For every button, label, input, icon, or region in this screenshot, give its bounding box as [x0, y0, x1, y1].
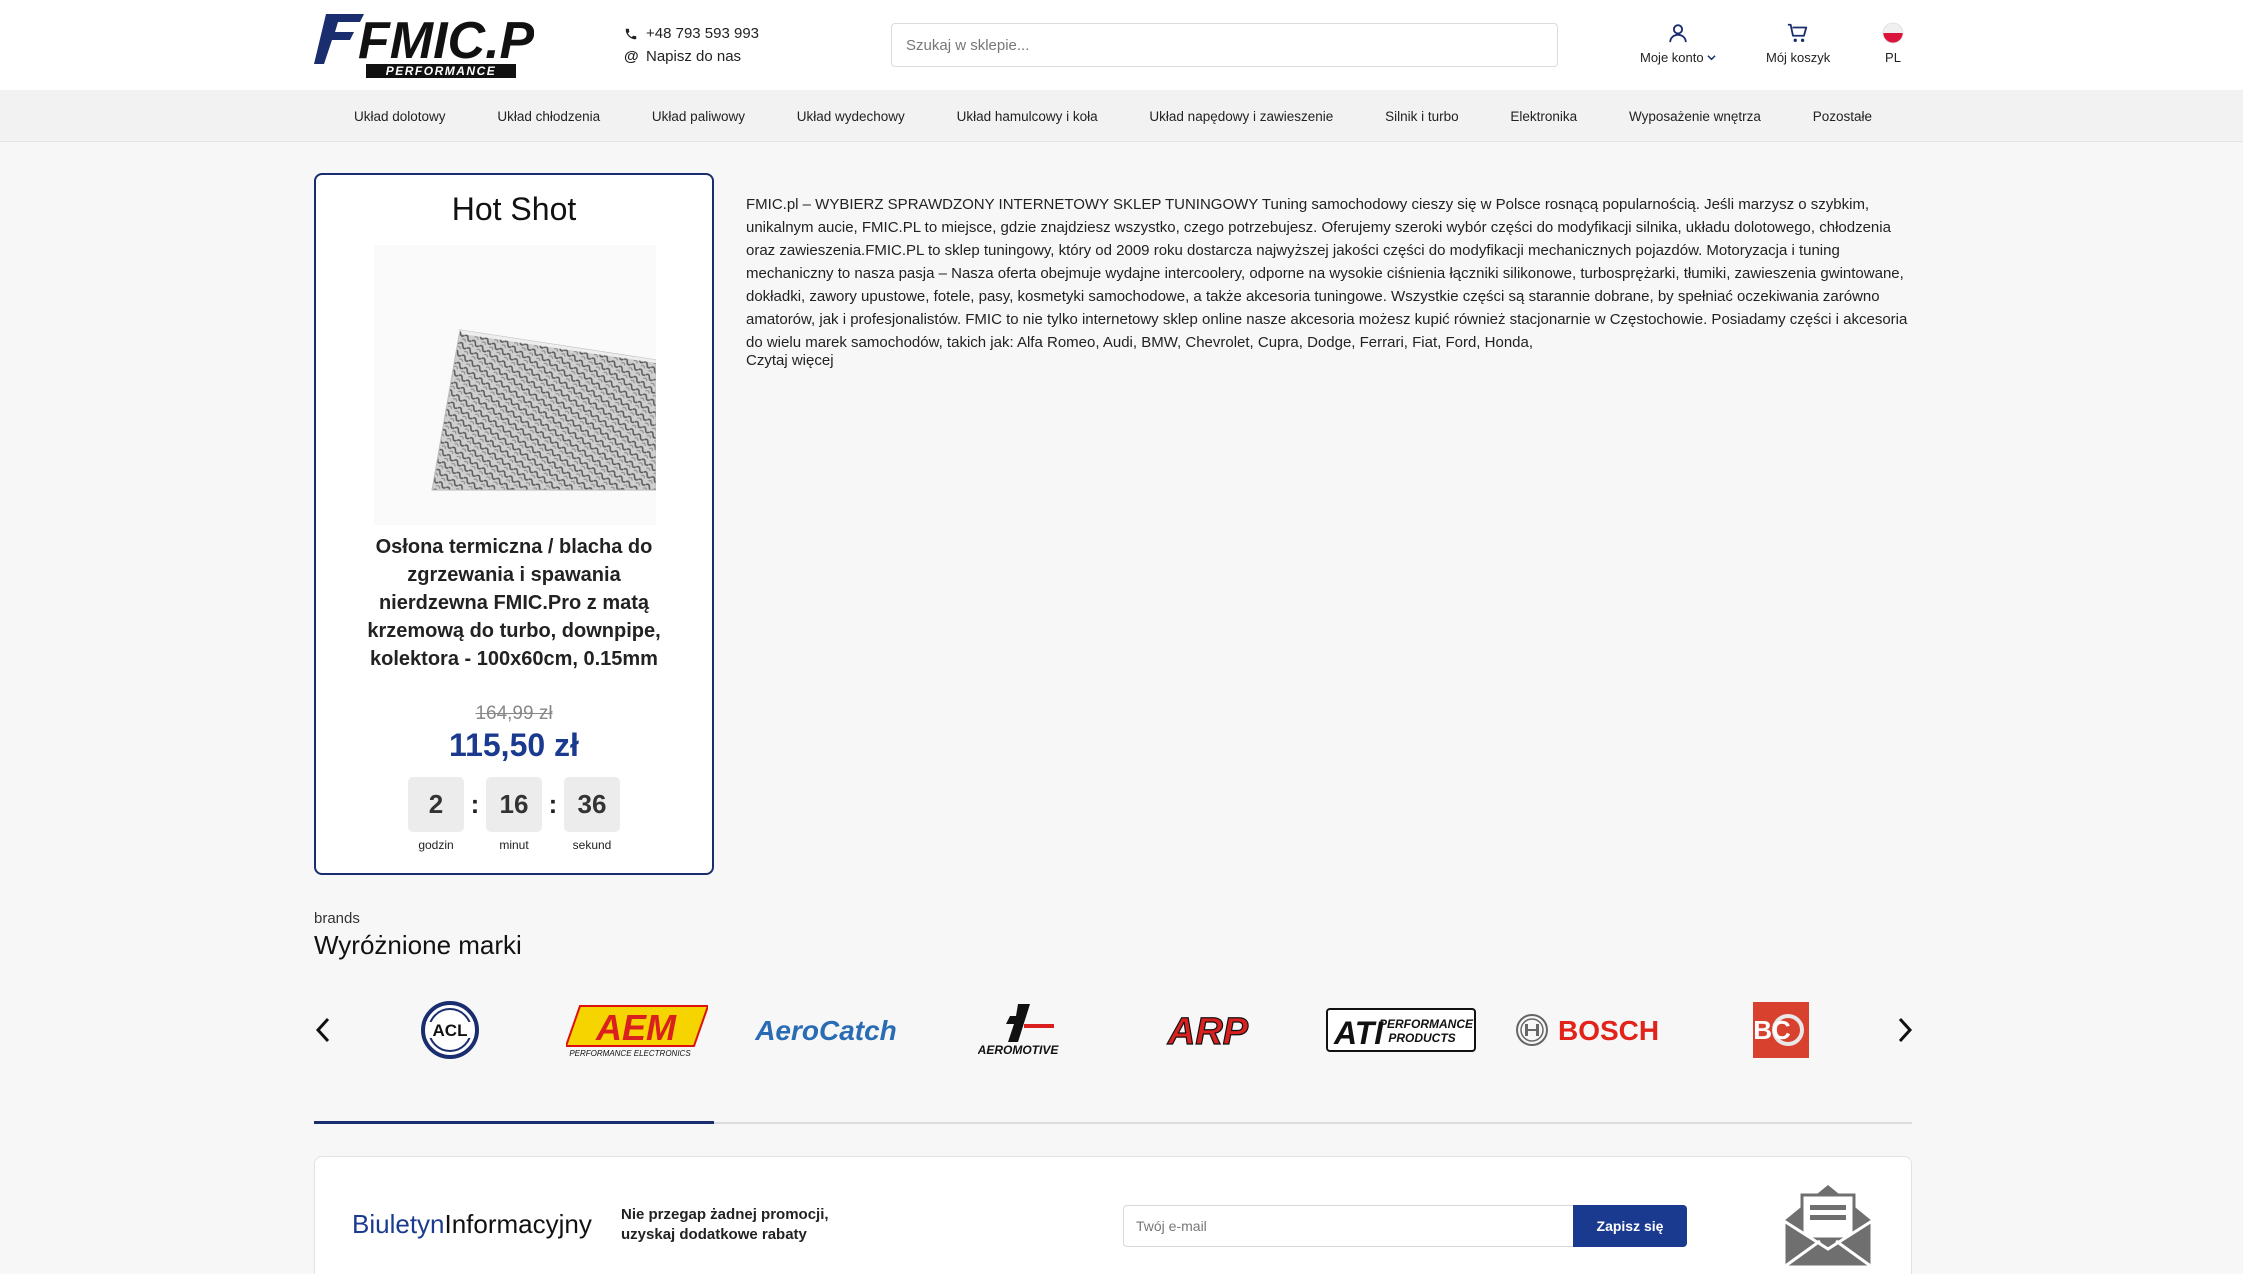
chevron-right-icon	[1898, 1017, 1913, 1043]
envelope-icon	[1782, 1185, 1874, 1269]
timer-separator: :	[548, 789, 558, 819]
ati-tagline-2: PRODUCTS	[1388, 1031, 1455, 1045]
bosch-text: BOSCH	[1558, 1015, 1659, 1046]
new-price: 115,50 zł	[449, 727, 579, 763]
nav-item-intake[interactable]: Układ dolotowy	[354, 109, 446, 124]
fmic-logo[interactable]: FMIC.PL PERFORMANCE	[314, 8, 534, 80]
search-input[interactable]	[891, 23, 1558, 67]
product-name[interactable]: Osłona termiczna / blacha do zgrzewania …	[356, 533, 672, 673]
brand-logo-aerocatch[interactable]: AeroCatch	[744, 998, 908, 1062]
logo-subtext: PERFORMANCE	[386, 64, 497, 78]
at-icon: @	[624, 48, 639, 65]
brand-logo-aem[interactable]: AEM PERFORMANCE ELECTRONICS	[566, 998, 708, 1062]
brands-next-button[interactable]	[1890, 1012, 1920, 1048]
bc-text: BC	[1753, 1015, 1791, 1045]
newsletter-text-line1: Nie przegap żadnej promocji,	[621, 1206, 829, 1223]
brand-logo-arp[interactable]: ARP	[1134, 998, 1282, 1062]
timer-hours: 2 godzin	[408, 777, 464, 852]
brands-prev-button[interactable]	[308, 1012, 338, 1048]
brands-title: Wyróżnione marki	[314, 930, 522, 960]
timer-seconds: 36 sekund	[564, 777, 620, 852]
phone-icon	[625, 28, 637, 39]
timer-hours-label: godzin	[418, 838, 454, 852]
newsletter-title-part1: Biuletyn	[352, 1209, 445, 1239]
cart-icon	[1788, 23, 1808, 42]
timer-minutes: 16 minut	[486, 777, 542, 852]
chevron-down-icon	[1706, 55, 1716, 61]
aem-tagline: PERFORMANCE ELECTRONICS	[569, 1049, 691, 1058]
timer-minutes-value: 16	[486, 777, 542, 832]
newsletter-text: Nie przegap żadnej promocji, uzyskaj dod…	[621, 1205, 829, 1245]
nav-item-engine-turbo[interactable]: Silnik i turbo	[1385, 109, 1459, 124]
write-to-us-row[interactable]: @ Napisz do nas	[624, 45, 759, 68]
aerocatch-text: AeroCatch	[754, 1015, 897, 1046]
newsletter-section: BiuletynInformacyjny Nie przegap żadnej …	[314, 1156, 1912, 1274]
aerocatch-logo: AeroCatch	[754, 1015, 897, 1046]
phone-row[interactable]: +48 793 593 993	[624, 22, 759, 45]
language-switcher[interactable]: PL	[1882, 22, 1904, 65]
brand-logo-aeromotive[interactable]: AEROMOTIVE	[978, 998, 1060, 1062]
nav-item-other[interactable]: Pozostałe	[1813, 109, 1872, 124]
aeromotive-logo: AEROMOTIVE	[978, 1004, 1059, 1057]
old-price: 164,99 zł	[475, 703, 553, 724]
contact-info: +48 793 593 993 @ Napisz do nas	[624, 22, 759, 68]
nav-item-interior[interactable]: Wyposażenie wnętrza	[1629, 109, 1761, 124]
timer-seconds-value: 36	[564, 777, 620, 832]
nav-item-electronics[interactable]: Elektronika	[1510, 109, 1577, 124]
cart-label: Mój koszyk	[1766, 50, 1831, 65]
chevron-left-icon	[315, 1017, 330, 1043]
newsletter-text-line2: uzyskaj dodatkowe rabaty	[621, 1226, 807, 1243]
main-navigation: Układ dolotowy Układ chłodzenia Układ pa…	[0, 90, 2243, 142]
shop-description: FMIC.pl – WYBIERZ SPRAWDZONY INTERNETOWY…	[746, 196, 1908, 351]
brand-logo-bc[interactable]: BC	[1752, 998, 1810, 1062]
brands-subtitle: brands	[314, 910, 360, 927]
ati-logo: ATI PERFORMANCE PRODUCTS	[1326, 1008, 1476, 1052]
language-label: PL	[1885, 50, 1901, 65]
nav-item-cooling[interactable]: Układ chłodzenia	[497, 109, 600, 124]
logo-text: FMIC.PL	[358, 12, 534, 70]
countdown-timer: 2 godzin : 16 minut : 36 sekund	[316, 777, 712, 852]
timer-seconds-label: sekund	[572, 838, 612, 852]
aeromotive-text: AEROMOTIVE	[978, 1043, 1059, 1057]
arp-text: ARP	[1167, 1011, 1249, 1050]
account-label: Moje konto	[1640, 50, 1704, 65]
arp-logo: ARP	[1166, 1010, 1249, 1050]
bosch-logo: BOSCH	[1516, 1014, 1659, 1046]
brand-logo-bosch[interactable]: BOSCH	[1514, 998, 1670, 1062]
timer-minutes-label: minut	[499, 838, 529, 852]
phone-number: +48 793 593 993	[646, 25, 760, 42]
bc-logo: BC	[1753, 1002, 1809, 1058]
newsletter-title: BiuletynInformacyjny	[352, 1209, 592, 1240]
aem-text: AEM	[595, 1007, 677, 1048]
newsletter-title-part2: Informacyjny	[444, 1209, 592, 1239]
timer-hours-value: 2	[408, 777, 464, 832]
ati-text: ATI	[1333, 1015, 1384, 1051]
nav-item-exhaust[interactable]: Układ wydechowy	[797, 109, 905, 124]
nav-item-fuel[interactable]: Układ paliwowy	[652, 109, 745, 124]
divider-accent	[314, 1121, 714, 1124]
ati-tagline-1: PERFORMANCE	[1379, 1017, 1474, 1031]
write-to-us-link: Napisz do nas	[646, 48, 742, 65]
header: FMIC.PL PERFORMANCE +48 793 593 993 @ Na…	[0, 0, 2243, 90]
newsletter-submit-button[interactable]: Zapisz się	[1573, 1205, 1687, 1247]
aem-logo: AEM PERFORMANCE ELECTRONICS	[566, 1005, 708, 1058]
acl-text: ACL	[433, 1021, 468, 1040]
hot-shot-title: Hot Shot	[451, 191, 577, 227]
nav-item-brakes-wheels[interactable]: Układ hamulcowy i koła	[957, 109, 1098, 124]
brand-logo-acl[interactable]: ACL	[410, 998, 490, 1062]
read-more-link[interactable]: Czytaj więcej	[746, 352, 834, 369]
poland-flag-icon	[1882, 22, 1904, 44]
brand-logo-ati[interactable]: ATI PERFORMANCE PRODUCTS	[1326, 998, 1476, 1062]
heat-shield-image	[431, 329, 656, 491]
timer-separator: :	[470, 789, 480, 819]
product-image[interactable]	[374, 245, 656, 525]
cart-button[interactable]: Mój koszyk	[1766, 22, 1830, 65]
acl-logo: ACL	[421, 1001, 479, 1059]
user-icon	[1669, 24, 1687, 43]
nav-item-drivetrain-suspension[interactable]: Układ napędowy i zawieszenie	[1149, 109, 1333, 124]
newsletter-email-input[interactable]	[1123, 1205, 1575, 1247]
hot-shot-card: Hot Shot Osłona termiczna / blacha do zg…	[314, 173, 714, 875]
account-button[interactable]: Moje konto	[1640, 22, 1716, 65]
